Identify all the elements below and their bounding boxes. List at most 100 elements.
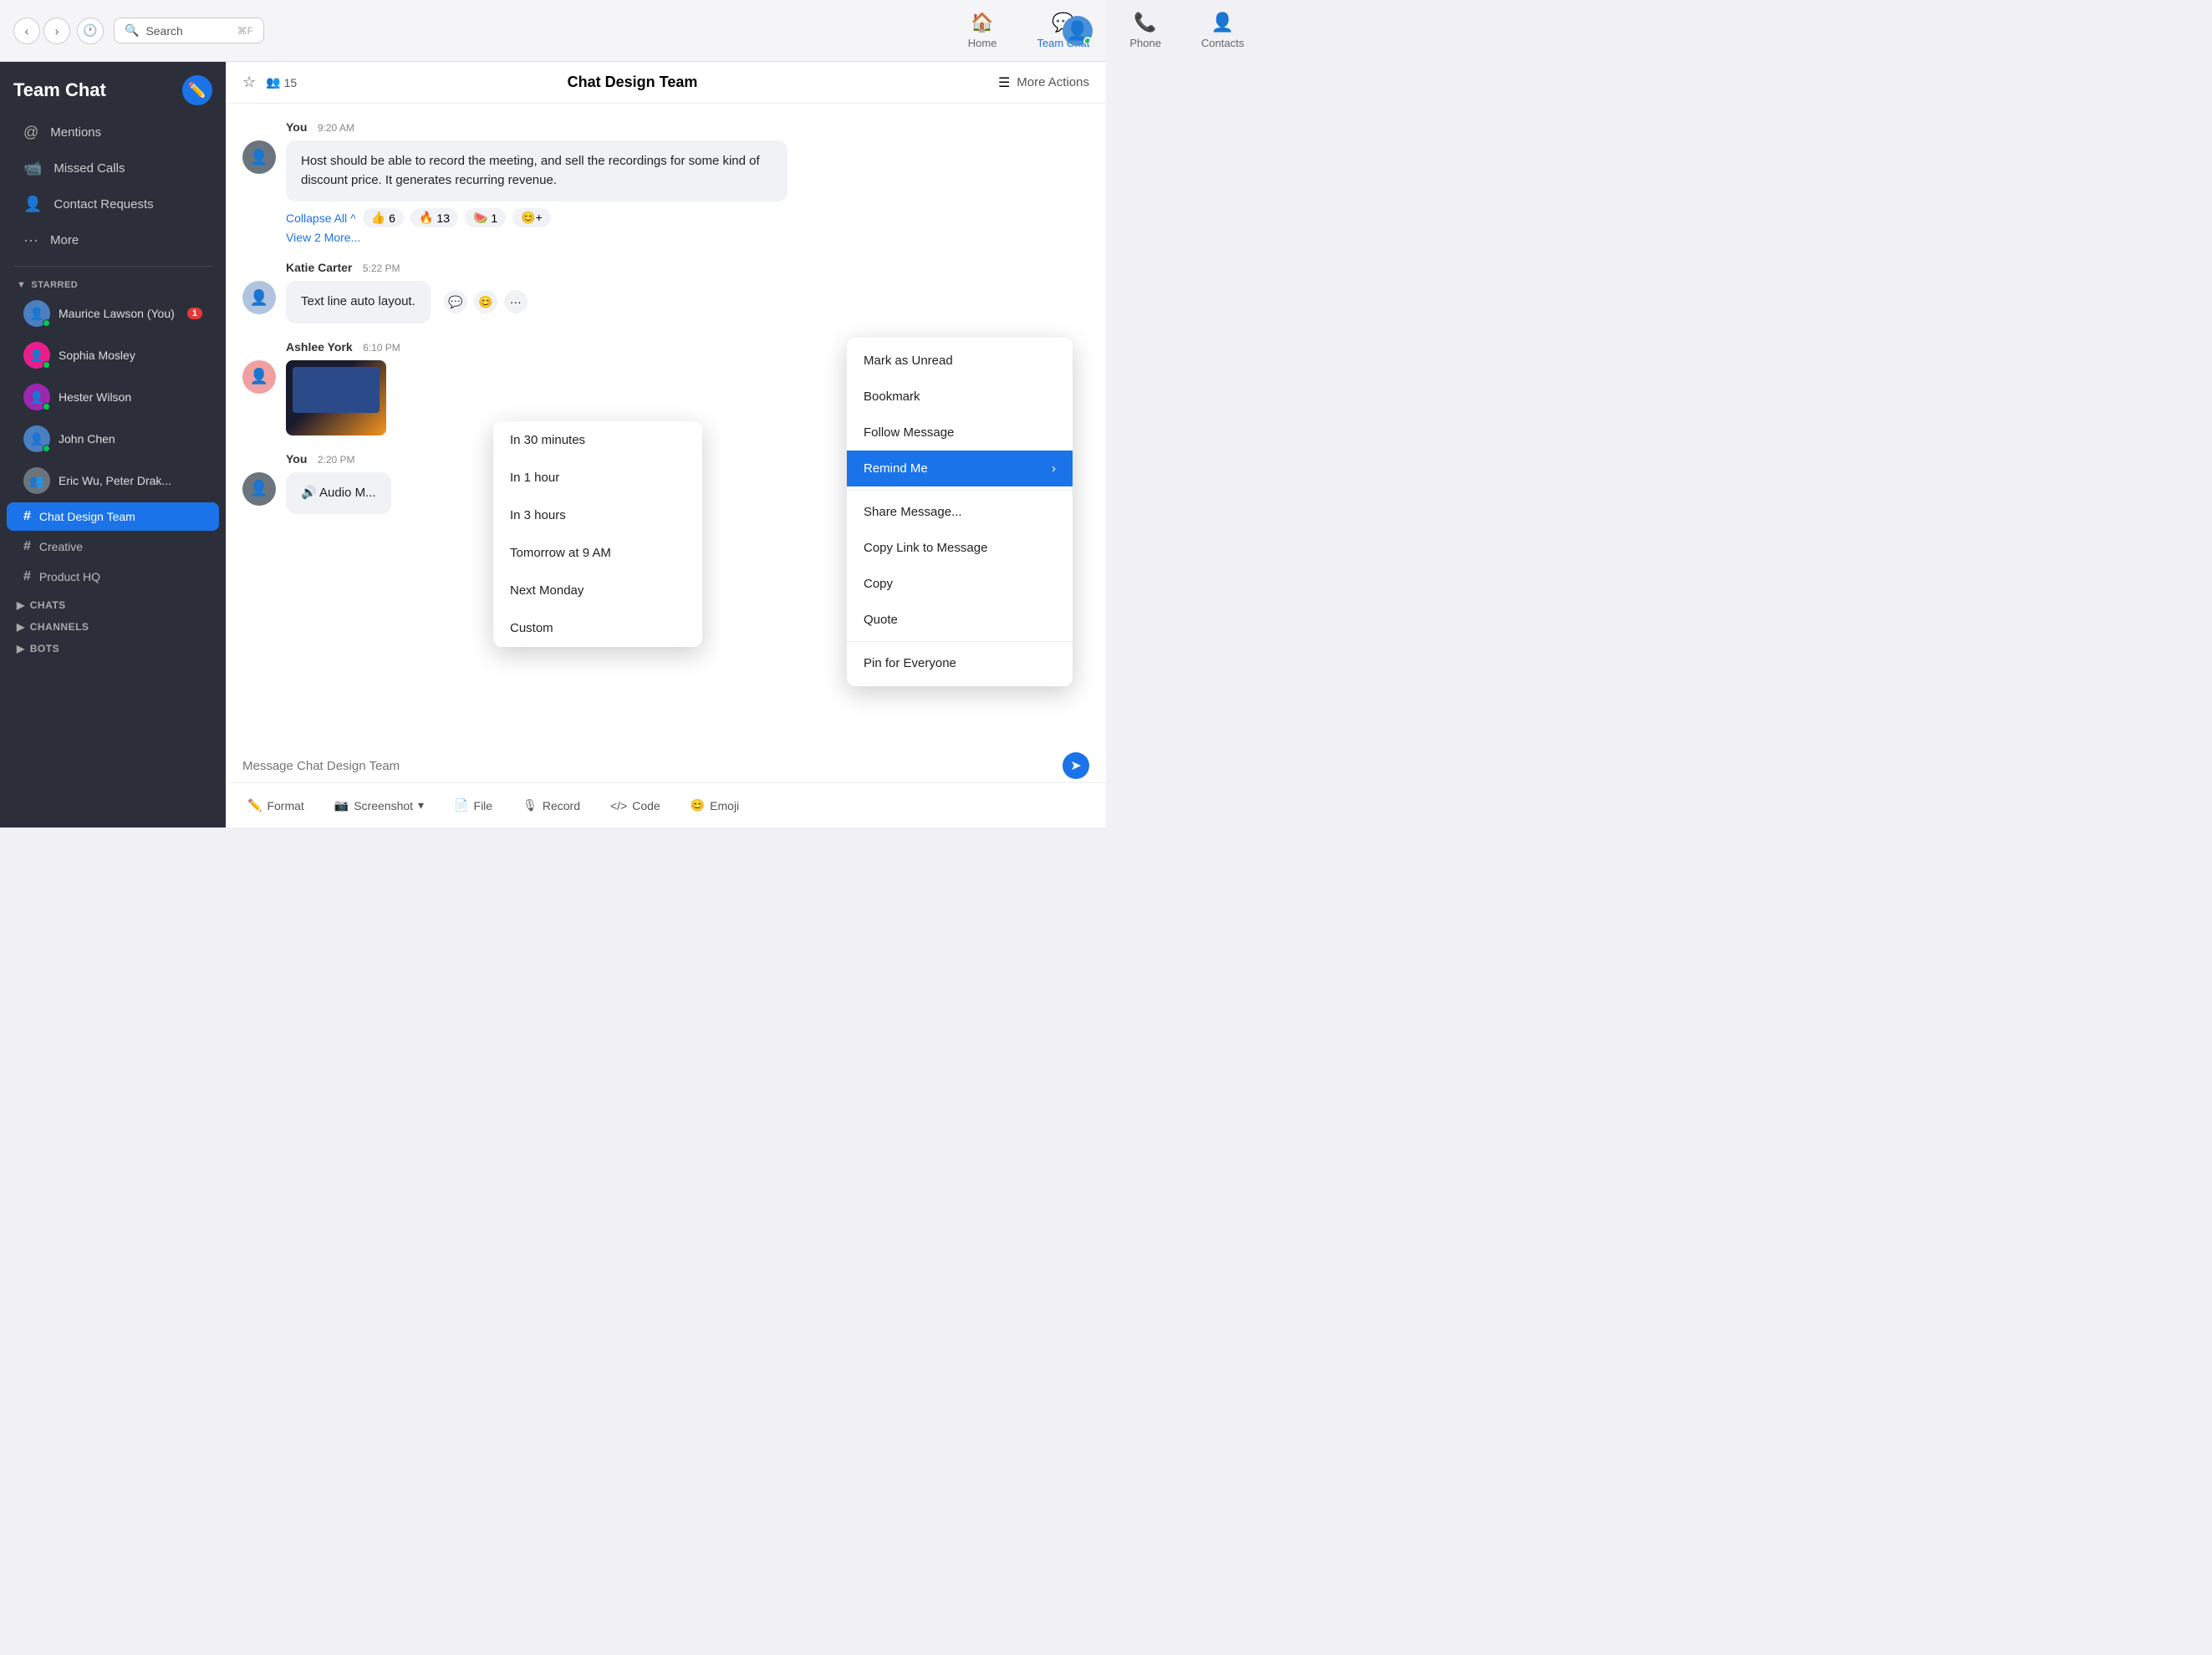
file-button[interactable]: 📄 File [446, 793, 501, 817]
context-share[interactable]: Share Message... [847, 494, 1073, 530]
reply-button[interactable]: 💬 [444, 290, 467, 313]
context-follow[interactable]: Follow Message [847, 415, 1073, 451]
contact-name-eric: Eric Wu, Peter Drak... [59, 474, 171, 487]
file-label: File [474, 799, 493, 812]
emoji-button[interactable]: 😊 Emoji [682, 793, 747, 817]
emoji-icon: 😊 [691, 798, 705, 812]
forward-button[interactable]: › [43, 18, 70, 44]
more-options-button[interactable]: ··· [504, 290, 528, 313]
msg-time-1: 9:20 AM [318, 122, 354, 134]
context-pin[interactable]: Pin for Everyone [847, 645, 1073, 681]
contact-item-eric[interactable]: 👥 Eric Wu, Peter Drak... [7, 461, 219, 501]
chat-header: ☆ 👥 15 Chat Design Team ☰ More Actions [226, 62, 1106, 104]
msg-author-3: Ashlee York [286, 340, 353, 354]
search-placeholder: Search [145, 24, 182, 38]
remind-1hour[interactable]: In 1 hour [493, 459, 702, 496]
more-actions-icon: ☰ [998, 74, 1010, 91]
channel-item-creative[interactable]: # Creative [7, 532, 219, 561]
chat-toolbar: ✏️ Format 📷 Screenshot ▾ 📄 File 🎙 Record… [226, 782, 1106, 828]
reaction-watermelon[interactable]: 🍉 1 [465, 208, 506, 227]
channel-name-product-hq: Product HQ [39, 570, 100, 583]
screenshot-icon: 📷 [334, 798, 349, 812]
bots-section[interactable]: ▶ BOTS [0, 636, 226, 658]
reaction-fire[interactable]: 🔥 13 [410, 208, 458, 227]
top-nav: ‹ › 🕐 🔍 Search ⌘F 🏠 Home 💬 Team Chat 📞 P… [0, 0, 1106, 62]
contact-requests-icon: 👤 [23, 196, 42, 213]
collapse-all-button[interactable]: Collapse All ^ [286, 211, 356, 225]
remind-custom[interactable]: Custom [493, 609, 702, 647]
context-quote[interactable]: Quote [847, 602, 1073, 638]
contact-item-maurice[interactable]: 👤 Maurice Lawson (You) 1 [7, 293, 219, 334]
screenshot-chevron: ▾ [418, 798, 424, 812]
phone-icon: 📞 [1134, 12, 1156, 33]
chat-header-title: Chat Design Team [309, 74, 956, 91]
contact-item-hester[interactable]: 👤 Hester Wilson [7, 377, 219, 417]
channel-item-product-hq[interactable]: # Product HQ [7, 563, 219, 591]
avatar-maurice: 👤 [23, 300, 50, 327]
format-button[interactable]: ✏️ Format [239, 793, 313, 817]
contact-item-john[interactable]: 👤 John Chen [7, 419, 219, 459]
search-bar[interactable]: 🔍 Search ⌘F [114, 18, 264, 43]
members-icon: 👥 [266, 75, 280, 89]
sidebar-item-more[interactable]: ··· More [7, 223, 219, 257]
remind-30min[interactable]: In 30 minutes [493, 421, 702, 459]
sidebar-item-missed-calls[interactable]: 📹 Missed Calls [7, 151, 219, 186]
channels-section[interactable]: ▶ CHANNELS [0, 614, 226, 636]
add-reaction-button[interactable]: 😊+ [512, 208, 551, 227]
members-count: 👥 15 [266, 75, 297, 89]
nav-tabs: 🏠 Home 💬 Team Chat 📞 Phone 👤 Contacts [961, 8, 1251, 53]
remind-3hours[interactable]: In 3 hours [493, 496, 702, 534]
channel-name-creative: Creative [39, 540, 83, 553]
context-copy-link[interactable]: Copy Link to Message [847, 530, 1073, 566]
msg-actions-2: 💬 😊 ··· [444, 290, 528, 313]
sidebar-title: Team Chat [13, 79, 106, 101]
emoji-reaction-button[interactable]: 😊 [474, 290, 497, 313]
context-bookmark[interactable]: Bookmark [847, 379, 1073, 415]
sidebar-item-mentions[interactable]: @ Mentions [7, 115, 219, 150]
record-label: Record [543, 799, 580, 812]
context-divider-1 [847, 490, 1073, 491]
online-dot-maurice [43, 319, 50, 327]
msg-author-2: Katie Carter [286, 261, 352, 274]
remind-tomorrow[interactable]: Tomorrow at 9 AM [493, 534, 702, 572]
remind-monday[interactable]: Next Monday [493, 572, 702, 609]
code-button[interactable]: </> Code [602, 794, 669, 817]
contact-item-sophia[interactable]: 👤 Sophia Mosley [7, 335, 219, 375]
contact-name-john: John Chen [59, 432, 115, 446]
context-remind[interactable]: Remind Me › [847, 451, 1073, 486]
user-avatar[interactable]: 👤 [1063, 16, 1093, 46]
avatar-msg-1: 👤 [242, 140, 276, 174]
msg-bubble-4: 🔊 Audio M... [286, 472, 391, 515]
audio-label: Audio M... [319, 486, 376, 500]
more-label: More [50, 233, 79, 247]
contacts-tab-label: Contacts [1201, 37, 1244, 49]
chevron-up-icon: ^ [350, 211, 356, 225]
starred-label: STARRED [31, 280, 78, 290]
tab-contacts[interactable]: 👤 Contacts [1195, 8, 1251, 53]
hash-icon-1: # [23, 509, 31, 524]
context-copy[interactable]: Copy [847, 566, 1073, 602]
tab-home[interactable]: 🏠 Home [961, 8, 1004, 53]
back-button[interactable]: ‹ [13, 18, 40, 44]
chats-section[interactable]: ▶ CHATS [0, 593, 226, 614]
message-group-2: Katie Carter 5:22 PM 👤 Text line auto la… [242, 261, 1089, 323]
new-chat-button[interactable]: ✏️ [182, 75, 212, 105]
context-mark-unread[interactable]: Mark as Unread [847, 343, 1073, 379]
sidebar-item-contact-requests[interactable]: 👤 Contact Requests [7, 187, 219, 222]
send-button[interactable]: ➤ [1063, 752, 1089, 779]
reaction-thumbs-up[interactable]: 👍 6 [363, 208, 404, 227]
avatar-hester: 👤 [23, 384, 50, 410]
more-actions-button[interactable]: More Actions [1017, 75, 1089, 89]
channel-name-chat-design-team: Chat Design Team [39, 510, 135, 523]
search-icon: 🔍 [125, 23, 139, 38]
history-button[interactable]: 🕐 [77, 18, 104, 44]
screenshot-button[interactable]: 📷 Screenshot ▾ [326, 793, 432, 817]
code-label: Code [632, 799, 660, 812]
tab-phone[interactable]: 📞 Phone [1123, 8, 1168, 53]
channel-item-chat-design-team[interactable]: # Chat Design Team [7, 502, 219, 531]
record-button[interactable]: 🎙 Record [514, 793, 589, 817]
star-button[interactable]: ☆ [242, 74, 256, 91]
search-shortcut: ⌘F [237, 25, 253, 37]
view-more-button[interactable]: View 2 More... [286, 231, 1089, 244]
message-input[interactable] [242, 759, 1063, 773]
